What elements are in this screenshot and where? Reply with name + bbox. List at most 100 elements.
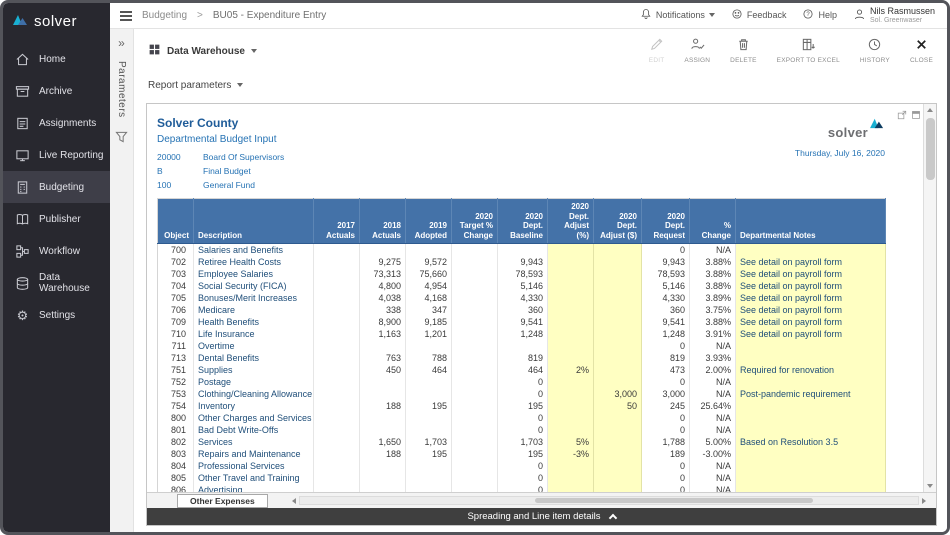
sidebar-item-live-reporting[interactable]: Live Reporting bbox=[3, 139, 110, 171]
vertical-scrollbar-thumb[interactable] bbox=[926, 118, 935, 180]
notes-input-cell[interactable] bbox=[736, 484, 886, 492]
adjust-amt-input-cell[interactable] bbox=[594, 424, 642, 436]
spreading-details-expander[interactable]: Spreading and Line item details bbox=[147, 508, 936, 525]
sidebar-item-budgeting[interactable]: Budgeting bbox=[3, 171, 110, 203]
adjust-amt-input-cell[interactable] bbox=[594, 292, 642, 304]
adjust-pct-input-cell[interactable] bbox=[548, 280, 594, 292]
hamburger-menu-icon[interactable] bbox=[120, 11, 132, 21]
notes-input-cell[interactable]: Post-pandemic requirement bbox=[736, 388, 886, 400]
data-warehouse-source-button[interactable]: Data Warehouse bbox=[148, 43, 257, 59]
adjust-pct-input-cell[interactable]: 2% bbox=[548, 364, 594, 376]
delete-button[interactable]: DELETE bbox=[730, 37, 757, 64]
adjust-amt-input-cell[interactable] bbox=[594, 316, 642, 328]
adjust-amt-input-cell[interactable] bbox=[594, 304, 642, 316]
funnel-icon[interactable] bbox=[115, 130, 128, 148]
adjust-amt-input-cell[interactable] bbox=[594, 280, 642, 292]
scroll-right-arrow[interactable] bbox=[922, 498, 926, 504]
adjust-pct-input-cell[interactable] bbox=[548, 256, 594, 268]
breadcrumb-section[interactable]: Budgeting bbox=[142, 10, 187, 21]
history-button[interactable]: HISTORY bbox=[860, 37, 890, 64]
help-button[interactable]: ? Help bbox=[802, 8, 837, 22]
edit-button[interactable]: EDIT bbox=[649, 37, 665, 64]
notes-input-cell[interactable] bbox=[736, 448, 886, 460]
maximize-icon[interactable] bbox=[911, 107, 921, 125]
adjust-pct-input-cell[interactable] bbox=[548, 472, 594, 484]
adjust-amt-input-cell[interactable]: 50 bbox=[594, 400, 642, 412]
notes-input-cell[interactable]: See detail on payroll form bbox=[736, 328, 886, 340]
scroll-up-arrow[interactable] bbox=[925, 104, 936, 116]
adjust-amt-input-cell[interactable] bbox=[594, 484, 642, 492]
sidebar-item-publisher[interactable]: Publisher bbox=[3, 203, 110, 235]
notes-input-cell[interactable] bbox=[736, 400, 886, 412]
adjust-pct-input-cell[interactable] bbox=[548, 292, 594, 304]
adjust-pct-input-cell[interactable] bbox=[548, 328, 594, 340]
horizontal-scrollbar-thumb[interactable] bbox=[535, 498, 813, 503]
adjust-pct-input-cell[interactable] bbox=[548, 268, 594, 280]
adjust-pct-input-cell[interactable] bbox=[548, 388, 594, 400]
user-menu[interactable]: Nils Rasmussen Sol. Greenwaser bbox=[853, 7, 935, 25]
export-to-excel-button[interactable]: EXPORT TO EXCEL bbox=[777, 37, 840, 64]
sidebar-item-home[interactable]: Home bbox=[3, 43, 110, 75]
sidebar-item-archive[interactable]: Archive bbox=[3, 75, 110, 107]
notes-input-cell[interactable]: See detail on payroll form bbox=[736, 280, 886, 292]
adjust-amt-input-cell[interactable] bbox=[594, 460, 642, 472]
adjust-pct-input-cell[interactable] bbox=[548, 424, 594, 436]
notes-input-cell[interactable]: See detail on payroll form bbox=[736, 268, 886, 280]
sidebar-item-settings[interactable]: ⚙ Settings bbox=[3, 299, 110, 331]
notes-input-cell[interactable]: Based on Resolution 3.5 bbox=[736, 436, 886, 448]
adjust-pct-input-cell[interactable] bbox=[548, 304, 594, 316]
adjust-amt-input-cell[interactable]: 3,000 bbox=[594, 388, 642, 400]
adjust-pct-input-cell[interactable] bbox=[548, 376, 594, 388]
notes-input-cell[interactable] bbox=[736, 352, 886, 364]
sidebar-item-assignments[interactable]: Assignments bbox=[3, 107, 110, 139]
sheet-tab-other-expenses[interactable]: Other Expenses bbox=[177, 494, 268, 508]
adjust-pct-input-cell[interactable] bbox=[548, 460, 594, 472]
adjust-pct-input-cell[interactable] bbox=[548, 352, 594, 364]
adjust-amt-input-cell[interactable] bbox=[594, 256, 642, 268]
notes-input-cell[interactable] bbox=[736, 424, 886, 436]
adjust-amt-input-cell[interactable] bbox=[594, 268, 642, 280]
adjust-pct-input-cell[interactable] bbox=[548, 412, 594, 424]
adjust-pct-input-cell[interactable]: 5% bbox=[548, 436, 594, 448]
scroll-left-arrow[interactable] bbox=[292, 498, 296, 504]
adjust-amt-input-cell[interactable] bbox=[594, 448, 642, 460]
notes-input-cell[interactable]: See detail on payroll form bbox=[736, 292, 886, 304]
adjust-amt-input-cell[interactable] bbox=[594, 376, 642, 388]
notes-input-cell[interactable]: See detail on payroll form bbox=[736, 256, 886, 268]
chevron-double-right-icon[interactable]: » bbox=[118, 37, 125, 49]
report-parameters-toggle[interactable]: Report parameters bbox=[134, 73, 947, 97]
notes-input-cell[interactable]: See detail on payroll form bbox=[736, 304, 886, 316]
adjust-pct-input-cell[interactable]: -3% bbox=[548, 448, 594, 460]
adjust-amt-input-cell[interactable] bbox=[594, 340, 642, 352]
adjust-amt-input-cell[interactable] bbox=[594, 436, 642, 448]
adjust-pct-input-cell[interactable] bbox=[548, 244, 594, 257]
adjust-amt-input-cell[interactable] bbox=[594, 352, 642, 364]
adjust-pct-input-cell[interactable] bbox=[548, 484, 594, 492]
notes-input-cell[interactable] bbox=[736, 340, 886, 352]
notes-input-cell[interactable]: Required for renovation bbox=[736, 364, 886, 376]
assign-button[interactable]: ASSIGN bbox=[684, 37, 710, 64]
adjust-amt-input-cell[interactable] bbox=[594, 364, 642, 376]
adjust-pct-input-cell[interactable] bbox=[548, 316, 594, 328]
scroll-down-arrow[interactable] bbox=[925, 480, 936, 492]
adjust-pct-input-cell[interactable] bbox=[548, 340, 594, 352]
adjust-amt-input-cell[interactable] bbox=[594, 328, 642, 340]
notifications-button[interactable]: Notifications bbox=[640, 8, 715, 22]
adjust-amt-input-cell[interactable] bbox=[594, 412, 642, 424]
adjust-pct-input-cell[interactable] bbox=[548, 400, 594, 412]
sidebar-item-data-warehouse[interactable]: Data Warehouse bbox=[3, 267, 110, 299]
sidebar-item-workflow[interactable]: Workflow bbox=[3, 235, 110, 267]
horizontal-scrollbar[interactable] bbox=[292, 496, 926, 505]
vertical-scrollbar[interactable] bbox=[923, 104, 936, 492]
notes-input-cell[interactable]: See detail on payroll form bbox=[736, 316, 886, 328]
notes-input-cell[interactable] bbox=[736, 244, 886, 257]
adjust-amt-input-cell[interactable] bbox=[594, 472, 642, 484]
adjust-amt-input-cell[interactable] bbox=[594, 244, 642, 257]
feedback-button[interactable]: Feedback bbox=[731, 8, 787, 22]
notes-input-cell[interactable] bbox=[736, 376, 886, 388]
notes-input-cell[interactable] bbox=[736, 412, 886, 424]
close-button[interactable]: CLOSE bbox=[910, 37, 933, 64]
popout-icon[interactable] bbox=[897, 107, 907, 125]
notes-input-cell[interactable] bbox=[736, 460, 886, 472]
notes-input-cell[interactable] bbox=[736, 472, 886, 484]
